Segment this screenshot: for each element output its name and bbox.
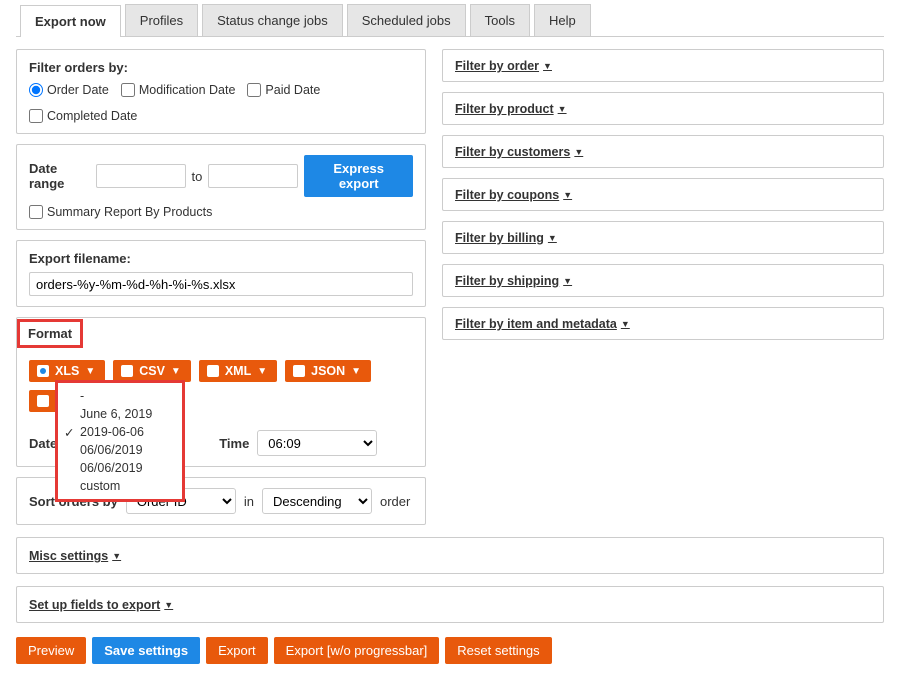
- tab-tools[interactable]: Tools: [470, 4, 530, 36]
- radio-modification-date-label: Modification Date: [139, 83, 236, 97]
- tab-help[interactable]: Help: [534, 4, 591, 36]
- format-csv[interactable]: CSV ▼: [113, 360, 191, 382]
- dropdown-opt-5[interactable]: custom: [58, 477, 182, 495]
- format-xls-label: XLS: [55, 364, 79, 378]
- summary-report-checkbox[interactable]: Summary Report By Products: [29, 205, 212, 219]
- tab-scheduled[interactable]: Scheduled jobs: [347, 4, 466, 36]
- date-to-input[interactable]: [208, 164, 298, 188]
- export-filename-input[interactable]: [29, 272, 413, 296]
- caret-down-icon: ▼: [112, 551, 121, 561]
- tab-status-change[interactable]: Status change jobs: [202, 4, 343, 36]
- caret-down-icon: ▼: [164, 600, 173, 610]
- main-tabs: Export now Profiles Status change jobs S…: [16, 4, 884, 37]
- caret-down-icon: ▼: [574, 147, 583, 157]
- export-filename-panel: Export filename:: [16, 240, 426, 307]
- format-title: Format: [17, 319, 83, 348]
- radio-paid-date-label: Paid Date: [265, 83, 320, 97]
- format-json-radio[interactable]: [293, 365, 305, 377]
- radio-completed-date-input[interactable]: [29, 109, 43, 123]
- radio-order-date-label: Order Date: [47, 83, 109, 97]
- caret-down-icon: ▼: [548, 233, 557, 243]
- format-json-label: JSON: [311, 364, 345, 378]
- filter-orders-panel: Filter orders by: Order Date Modificatio…: [16, 49, 426, 134]
- format-xls[interactable]: XLS ▼: [29, 360, 105, 382]
- filter-by-order[interactable]: Filter by order ▼: [442, 49, 884, 82]
- export-button[interactable]: Export: [206, 637, 268, 664]
- filter-by-shipping[interactable]: Filter by shipping ▼: [442, 264, 884, 297]
- sort-dir-select[interactable]: Descending: [262, 488, 372, 514]
- caret-down-icon: ▼: [563, 276, 572, 286]
- date-label: Date: [29, 436, 57, 451]
- tab-profiles[interactable]: Profiles: [125, 4, 198, 36]
- sort-in: in: [244, 494, 254, 509]
- date-range-to: to: [192, 169, 203, 184]
- filter-by-shipping-label: Filter by shipping: [455, 274, 559, 288]
- sort-suffix: order: [380, 494, 410, 509]
- filter-by-order-label: Filter by order: [455, 59, 539, 73]
- format-xls-radio[interactable]: [37, 365, 49, 377]
- date-format-dropdown[interactable]: - June 6, 2019 2019-06-06 06/06/2019 06/…: [55, 380, 185, 502]
- filter-by-coupons-label: Filter by coupons: [455, 188, 559, 202]
- summary-report-label: Summary Report By Products: [47, 205, 212, 219]
- dropdown-opt-4[interactable]: 06/06/2019: [58, 459, 182, 477]
- caret-down-icon: ▼: [85, 366, 95, 377]
- export-wo-progressbar-button[interactable]: Export [w/o progressbar]: [274, 637, 440, 664]
- caret-down-icon: ▼: [257, 366, 267, 377]
- summary-report-input[interactable]: [29, 205, 43, 219]
- filter-by-customers[interactable]: Filter by customers ▼: [442, 135, 884, 168]
- caret-down-icon: ▼: [563, 190, 572, 200]
- format-panel: Format XLS▼ CSV▼ XML▼ JSON▼ TSV▼ PDF - J…: [16, 317, 426, 467]
- radio-order-date[interactable]: Order Date: [29, 83, 109, 97]
- filter-by-product[interactable]: Filter by product ▼: [442, 92, 884, 125]
- format-xml-label: XML: [225, 364, 251, 378]
- filter-by-product-label: Filter by product: [455, 102, 554, 116]
- export-filename-label: Export filename:: [29, 251, 413, 266]
- format-xml[interactable]: XML ▼: [199, 360, 277, 382]
- format-csv-radio[interactable]: [121, 365, 133, 377]
- time-label: Time: [219, 436, 249, 451]
- dropdown-opt-0[interactable]: -: [58, 387, 182, 405]
- filter-by-billing[interactable]: Filter by billing ▼: [442, 221, 884, 254]
- filter-by-item-metadata-label: Filter by item and metadata: [455, 317, 617, 331]
- radio-completed-date[interactable]: Completed Date: [29, 109, 137, 123]
- radio-paid-date[interactable]: Paid Date: [247, 83, 320, 97]
- reset-settings-button[interactable]: Reset settings: [445, 637, 551, 664]
- date-range-panel: Date range to Express export Summary Rep…: [16, 144, 426, 230]
- misc-settings-panel[interactable]: Misc settings ▼: [16, 537, 884, 574]
- radio-modification-date-input[interactable]: [121, 83, 135, 97]
- date-range-label: Date range: [29, 161, 90, 191]
- misc-settings-label: Misc settings: [29, 549, 108, 563]
- express-export-button[interactable]: Express export: [304, 155, 413, 197]
- filter-by-billing-label: Filter by billing: [455, 231, 544, 245]
- filter-by-coupons[interactable]: Filter by coupons ▼: [442, 178, 884, 211]
- caret-down-icon: ▼: [351, 366, 361, 377]
- format-tsv-radio[interactable]: [37, 395, 49, 407]
- tab-export-now[interactable]: Export now: [20, 5, 121, 37]
- filter-by-item-metadata[interactable]: Filter by item and metadata ▼: [442, 307, 884, 340]
- date-from-input[interactable]: [96, 164, 186, 188]
- radio-completed-date-label: Completed Date: [47, 109, 137, 123]
- save-settings-button[interactable]: Save settings: [92, 637, 200, 664]
- radio-paid-date-input[interactable]: [247, 83, 261, 97]
- caret-down-icon: ▼: [171, 366, 181, 377]
- time-select[interactable]: 06:09: [257, 430, 377, 456]
- setup-fields-label: Set up fields to export: [29, 598, 160, 612]
- filter-by-customers-label: Filter by customers: [455, 145, 570, 159]
- dropdown-opt-3[interactable]: 06/06/2019: [58, 441, 182, 459]
- radio-modification-date[interactable]: Modification Date: [121, 83, 236, 97]
- caret-down-icon: ▼: [558, 104, 567, 114]
- dropdown-opt-1[interactable]: June 6, 2019: [58, 405, 182, 423]
- dropdown-opt-2[interactable]: 2019-06-06: [58, 423, 182, 441]
- format-csv-label: CSV: [139, 364, 165, 378]
- radio-order-date-input[interactable]: [29, 83, 43, 97]
- format-json[interactable]: JSON ▼: [285, 360, 371, 382]
- setup-fields-panel[interactable]: Set up fields to export ▼: [16, 586, 884, 623]
- action-buttons: Preview Save settings Export Export [w/o…: [16, 637, 884, 664]
- caret-down-icon: ▼: [543, 61, 552, 71]
- preview-button[interactable]: Preview: [16, 637, 86, 664]
- caret-down-icon: ▼: [621, 319, 630, 329]
- filter-orders-label: Filter orders by:: [29, 60, 413, 75]
- format-xml-radio[interactable]: [207, 365, 219, 377]
